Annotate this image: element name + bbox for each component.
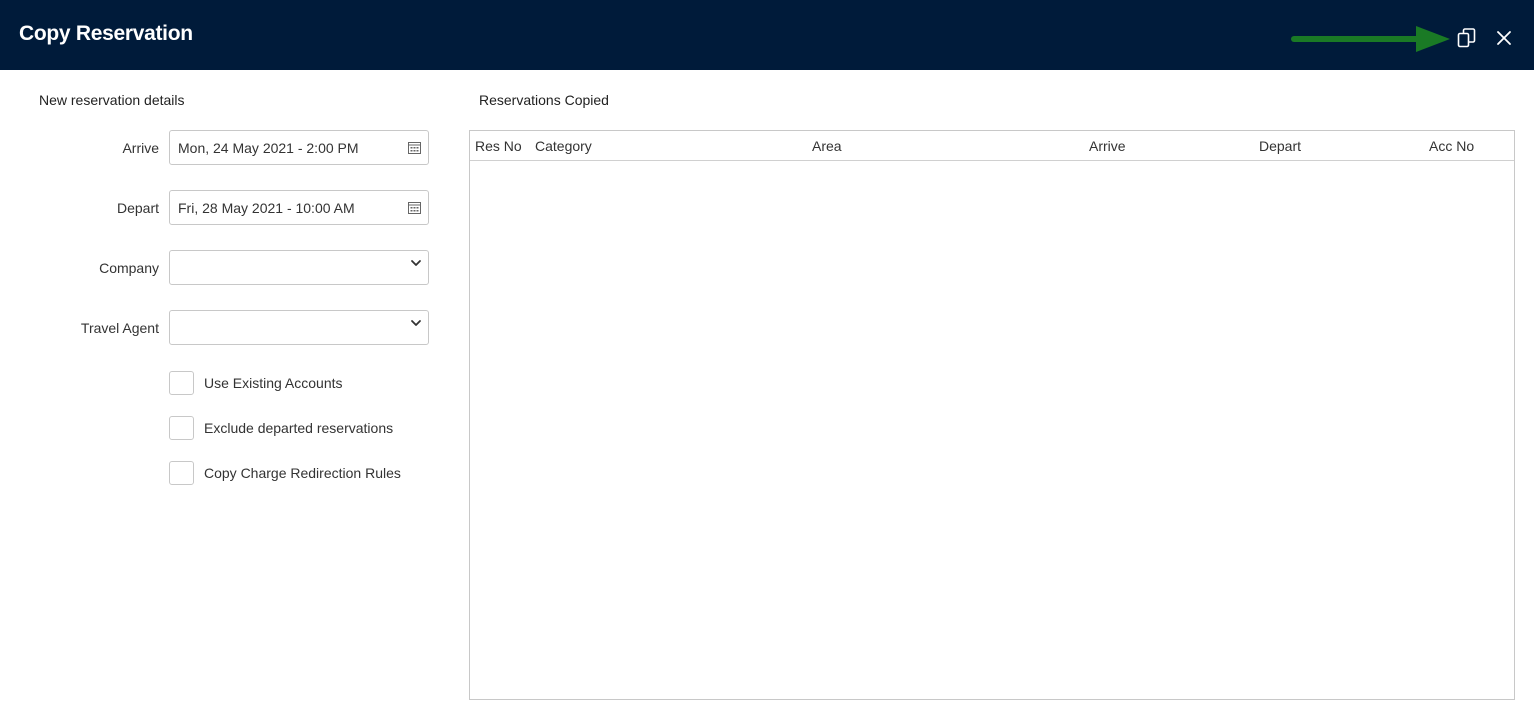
copy-button[interactable] <box>1454 25 1480 51</box>
company-label: Company <box>99 260 159 276</box>
copy-icon <box>1457 28 1476 48</box>
reservations-copied-table: Res No Category Area Arrive Depart Acc N… <box>469 130 1515 700</box>
column-header-depart[interactable]: Depart <box>1259 138 1301 154</box>
calendar-icon[interactable] <box>408 141 421 154</box>
calendar-icon[interactable] <box>408 201 421 214</box>
depart-date-field[interactable]: Fri, 28 May 2021 - 10:00 AM <box>169 190 429 225</box>
depart-date-value: Fri, 28 May 2021 - 10:00 AM <box>178 200 355 216</box>
column-header-acc-no[interactable]: Acc No <box>1429 138 1474 154</box>
copy-charge-redirection-checkbox[interactable] <box>169 461 194 485</box>
column-header-category[interactable]: Category <box>535 138 592 154</box>
arrive-date-value: Mon, 24 May 2021 - 2:00 PM <box>178 140 359 156</box>
dialog-title: Copy Reservation <box>19 22 193 45</box>
dialog-header: Copy Reservation <box>0 0 1534 70</box>
chevron-down-icon <box>411 320 421 326</box>
travel-agent-label: Travel Agent <box>80 320 159 336</box>
close-icon <box>1497 31 1511 45</box>
green-arrow-annotation <box>1291 26 1450 52</box>
column-header-arrive[interactable]: Arrive <box>1089 138 1126 154</box>
depart-label: Depart <box>116 200 159 216</box>
arrive-date-field[interactable]: Mon, 24 May 2021 - 2:00 PM <box>169 130 429 165</box>
column-header-area[interactable]: Area <box>812 138 842 154</box>
close-button[interactable] <box>1494 28 1514 48</box>
exclude-departed-checkbox[interactable] <box>169 416 194 440</box>
exclude-departed-label: Exclude departed reservations <box>204 420 394 436</box>
chevron-down-icon <box>411 260 421 266</box>
company-select[interactable] <box>169 250 429 285</box>
use-existing-accounts-checkbox[interactable] <box>169 371 194 395</box>
column-header-res-no[interactable]: Res No <box>475 138 522 154</box>
copy-charge-redirection-label: Copy Charge Redirection Rules <box>204 465 401 481</box>
table-header: Res No Category Area Arrive Depart Acc N… <box>470 131 1514 161</box>
arrive-label: Arrive <box>122 140 159 156</box>
use-existing-accounts-label: Use Existing Accounts <box>204 375 343 391</box>
new-reservation-details-heading: New reservation details <box>39 92 185 108</box>
reservations-copied-heading: Reservations Copied <box>479 92 609 108</box>
travel-agent-select[interactable] <box>169 310 429 345</box>
